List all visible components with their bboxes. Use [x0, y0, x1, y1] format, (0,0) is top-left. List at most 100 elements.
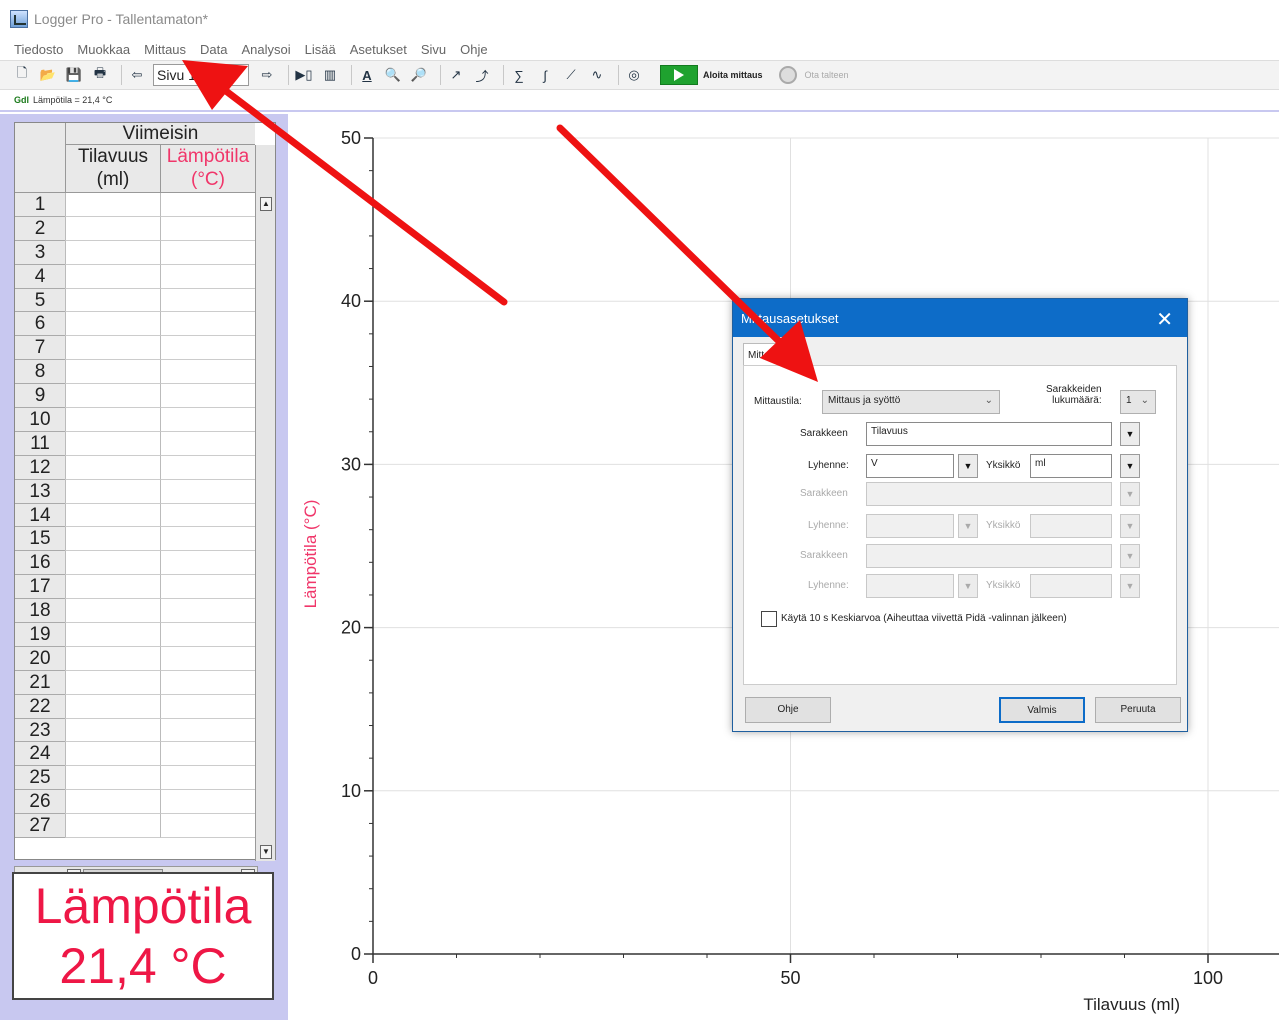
zoom-in-icon[interactable]: 🔍	[383, 65, 403, 85]
temperature-cell[interactable]	[160, 814, 255, 839]
cancel-button[interactable]: Peruuta	[1095, 697, 1181, 723]
table-icon[interactable]: ▶▯	[294, 65, 314, 85]
table-row[interactable]: 8	[15, 360, 255, 385]
temperature-meter[interactable]: Lämpötila 21,4 °C	[12, 872, 274, 1000]
volume-cell[interactable]	[65, 670, 160, 695]
temperature-cell[interactable]	[160, 408, 255, 432]
scroll-up-icon[interactable]: ▲	[260, 197, 272, 211]
table-row[interactable]: 19	[15, 623, 255, 647]
close-icon[interactable]: ✕	[1156, 307, 1173, 332]
tab-measurement[interactable]: Mittaus	[743, 343, 803, 365]
menu-ohje[interactable]: Ohje	[460, 42, 487, 57]
temperature-cell[interactable]	[160, 742, 255, 767]
volume-cell[interactable]	[65, 599, 160, 624]
volume-cell[interactable]	[65, 503, 160, 528]
volume-cell[interactable]	[65, 264, 160, 289]
table-row[interactable]: 5	[15, 288, 255, 313]
abbreviation-dropdown[interactable]: ▼	[958, 454, 978, 478]
menu-tiedosto[interactable]: Tiedosto	[14, 42, 63, 57]
scroll-down-icon[interactable]: ▼	[260, 845, 272, 859]
temperature-cell[interactable]	[160, 766, 255, 791]
volume-cell[interactable]	[65, 790, 160, 815]
temperature-cell[interactable]	[160, 193, 255, 217]
table-row[interactable]: 21	[15, 670, 255, 695]
model-icon[interactable]: ◎	[624, 65, 644, 85]
integral-icon[interactable]: ∫	[535, 65, 555, 85]
start-collection-button[interactable]: Aloita mittaus	[660, 65, 763, 85]
volume-cell[interactable]	[65, 384, 160, 409]
volume-cell[interactable]	[65, 527, 160, 552]
volume-cell[interactable]	[65, 408, 160, 432]
table-row[interactable]: 13	[15, 479, 255, 504]
volume-cell[interactable]	[65, 360, 160, 385]
volume-cell[interactable]	[65, 623, 160, 647]
done-button[interactable]: Valmis	[999, 697, 1085, 723]
temperature-cell[interactable]	[160, 623, 255, 647]
keep-label[interactable]: Ota talteen	[805, 70, 849, 80]
table-row[interactable]: 10	[15, 408, 255, 432]
temperature-cell[interactable]	[160, 503, 255, 528]
table-row[interactable]: 12	[15, 455, 255, 480]
temperature-cell[interactable]	[160, 240, 255, 265]
volume-cell[interactable]	[65, 240, 160, 265]
temperature-cell[interactable]	[160, 264, 255, 289]
temperature-cell[interactable]	[160, 288, 255, 313]
data-set-header[interactable]: Viimeisin	[65, 123, 255, 145]
table-row[interactable]: 16	[15, 551, 255, 576]
volume-cell[interactable]	[65, 766, 160, 791]
volume-cell[interactable]	[65, 455, 160, 480]
table-row[interactable]: 22	[15, 694, 255, 719]
table-row[interactable]: 27	[15, 814, 255, 839]
volume-cell[interactable]	[65, 312, 160, 337]
volume-cell[interactable]	[65, 694, 160, 719]
tangent-icon[interactable]: ⤴	[472, 65, 492, 85]
mode-select[interactable]: Mittaus ja syöttö ⌄	[822, 390, 1000, 414]
column-name-dropdown[interactable]: ▼	[1120, 422, 1140, 446]
volume-cell[interactable]	[65, 288, 160, 313]
menu-muokkaa[interactable]: Muokkaa	[77, 42, 130, 57]
save-icon[interactable]: 💾	[64, 65, 84, 85]
next-page-icon[interactable]: ⇨	[257, 65, 277, 85]
unit-field[interactable]: ml	[1030, 454, 1112, 478]
menu-sivu[interactable]: Sivu	[421, 42, 446, 57]
temperature-cell[interactable]	[160, 312, 255, 337]
vertical-scrollbar[interactable]: ▲ ▼	[255, 145, 275, 861]
table-row[interactable]: 24	[15, 742, 255, 767]
temperature-cell[interactable]	[160, 599, 255, 624]
table-row[interactable]: 25	[15, 766, 255, 791]
temperature-cell[interactable]	[160, 670, 255, 695]
temperature-cell[interactable]	[160, 455, 255, 480]
table-row[interactable]: 3	[15, 240, 255, 265]
abbreviation-field[interactable]: V	[866, 454, 954, 478]
menu-mittaus[interactable]: Mittaus	[144, 42, 186, 57]
temperature-cell[interactable]	[160, 216, 255, 241]
open-folder-icon[interactable]: 📂	[38, 65, 58, 85]
table-row[interactable]: 4	[15, 264, 255, 289]
table-row[interactable]: 15	[15, 527, 255, 552]
table-row[interactable]: 26	[15, 790, 255, 815]
menu-asetukset[interactable]: Asetukset	[350, 42, 407, 57]
table-row[interactable]: 14	[15, 503, 255, 528]
zoom-out-icon[interactable]: 🔎	[409, 65, 429, 85]
print-icon[interactable]: 🖶	[90, 65, 110, 85]
temperature-cell[interactable]	[160, 431, 255, 456]
new-file-icon[interactable]: 🗋	[12, 65, 32, 85]
temperature-cell[interactable]	[160, 551, 255, 576]
statistics-icon[interactable]: ∑	[509, 65, 529, 85]
data-table[interactable]: Viimeisin Tilavuus (ml) Lämpötila (°C) 1…	[14, 122, 276, 861]
help-button[interactable]: Ohje	[745, 697, 831, 723]
volume-cell[interactable]	[65, 193, 160, 217]
volume-cell[interactable]	[65, 479, 160, 504]
examine-icon[interactable]: ↗	[446, 65, 466, 85]
table-row[interactable]: 23	[15, 718, 255, 743]
menu-data[interactable]: Data	[200, 42, 227, 57]
sensor-reading[interactable]: Lämpötila = 21,4 °C	[33, 95, 112, 105]
table-row[interactable]: 7	[15, 336, 255, 361]
previous-page-icon[interactable]: ⇦	[127, 65, 147, 85]
temperature-cell[interactable]	[160, 575, 255, 600]
keep-icon[interactable]	[778, 66, 797, 84]
table-row[interactable]: 2	[15, 216, 255, 241]
menu-analysoi[interactable]: Analysoi	[242, 42, 291, 57]
volume-cell[interactable]	[65, 216, 160, 241]
autoscale-icon[interactable]: A	[357, 65, 377, 85]
